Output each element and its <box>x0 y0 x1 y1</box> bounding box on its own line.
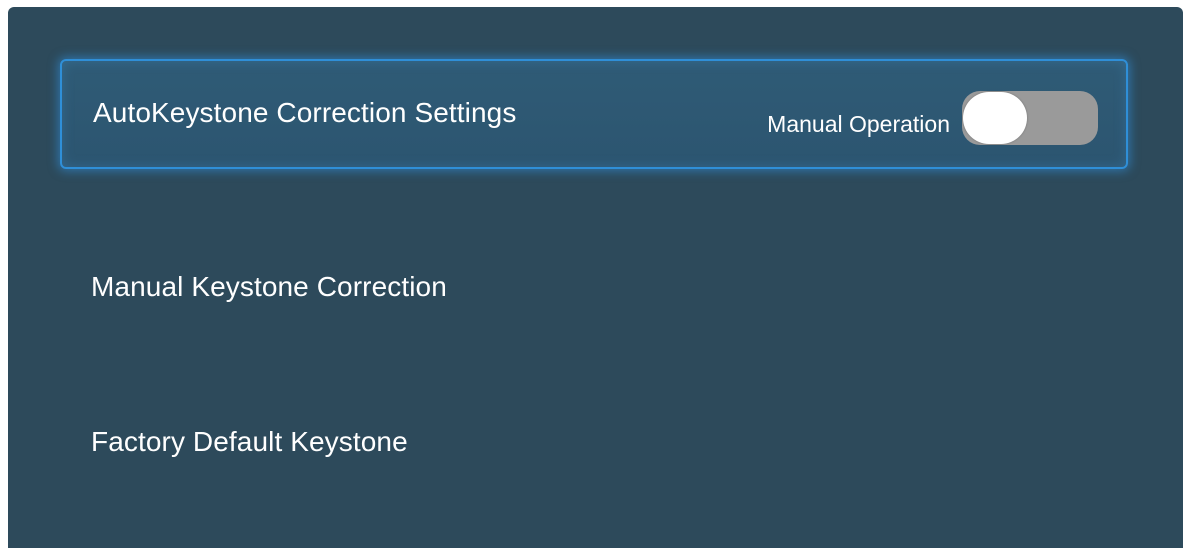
menu-item-factory-default-keystone[interactable]: Factory Default Keystone <box>60 390 1128 500</box>
menu-item-label: AutoKeystone Correction Settings <box>93 97 517 128</box>
keystone-settings-panel: AutoKeystone Correction Settings Manual … <box>8 7 1183 548</box>
manual-operation-toggle[interactable] <box>962 91 1098 145</box>
toggle-knob <box>963 92 1027 144</box>
menu-item-label: Factory Default Keystone <box>91 426 408 457</box>
manual-operation-toggle-group: Manual Operation <box>767 90 1098 146</box>
menu-item-label: Manual Keystone Correction <box>91 271 447 302</box>
menu-item-autokeystone-correction-settings[interactable]: AutoKeystone Correction Settings Manual … <box>60 59 1128 169</box>
toggle-caption: Manual Operation <box>767 110 950 137</box>
menu-item-manual-keystone-correction[interactable]: Manual Keystone Correction <box>60 235 1128 345</box>
